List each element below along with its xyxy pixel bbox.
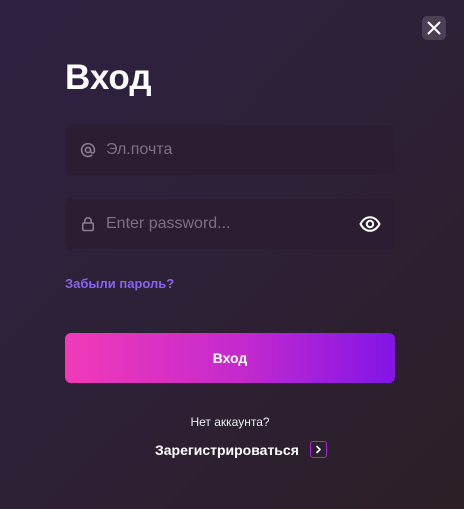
show-password-toggle[interactable] — [358, 212, 382, 236]
lock-icon — [80, 216, 96, 232]
close-icon — [427, 21, 441, 35]
chevron-right-icon — [309, 441, 327, 458]
login-dialog: Вход Забыли пароль? Вход Нет аккаунта? — [0, 0, 464, 509]
at-icon — [80, 142, 96, 158]
dialog-title: Вход — [65, 58, 152, 97]
login-button[interactable]: Вход — [65, 333, 395, 383]
forgot-password-link[interactable]: Забыли пароль? — [65, 276, 174, 291]
register-label: Зарегистрироваться — [155, 441, 299, 458]
email-input[interactable] — [106, 125, 346, 175]
no-account-text: Нет аккаунта? — [190, 415, 270, 429]
password-input[interactable] — [106, 199, 346, 249]
email-field-container — [65, 125, 395, 175]
eye-icon — [359, 216, 381, 232]
password-field-container — [65, 199, 395, 249]
register-link[interactable]: Зарегистрироваться — [155, 441, 327, 458]
close-button[interactable] — [422, 16, 446, 40]
